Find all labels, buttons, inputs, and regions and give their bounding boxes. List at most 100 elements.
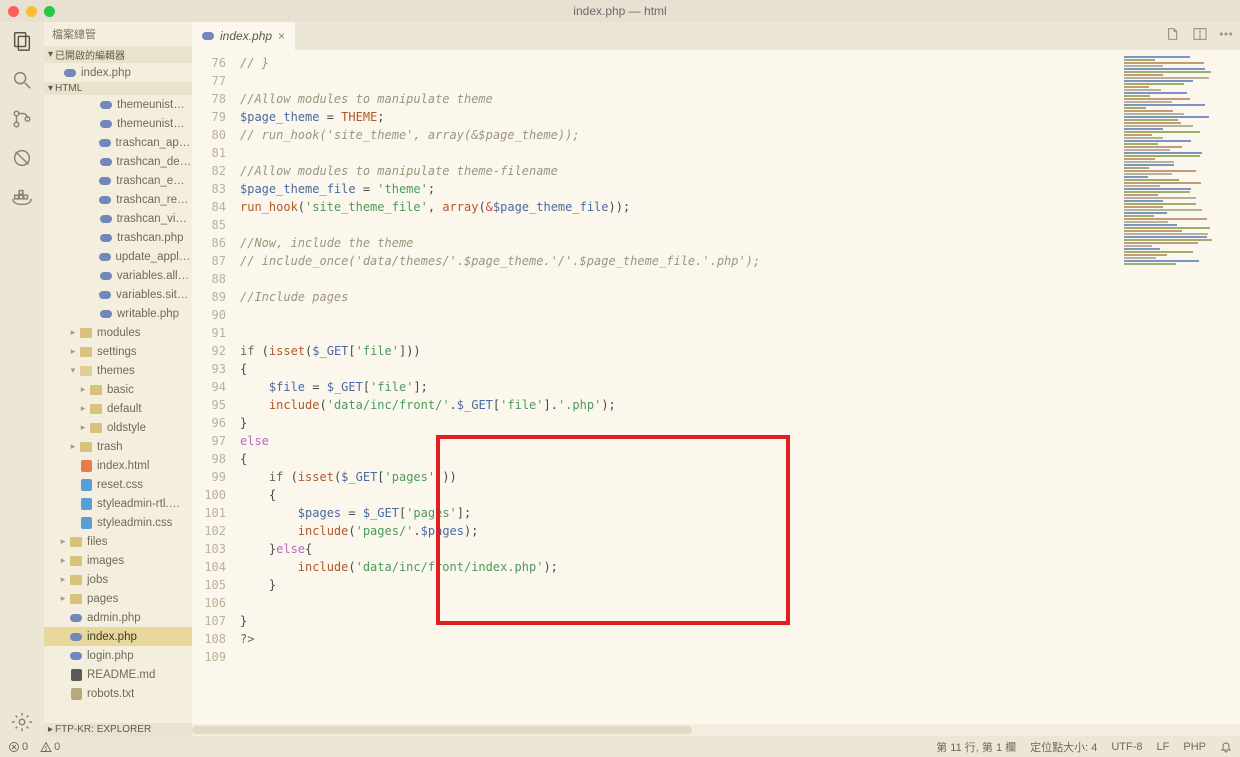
chevron-right-icon: ▸	[68, 327, 78, 338]
folder-themes[interactable]: ▾themes	[44, 361, 192, 380]
notifications-bell-icon[interactable]	[1220, 741, 1232, 753]
horizontal-scrollbar[interactable]	[192, 724, 1240, 736]
file-themeunist…[interactable]: themeunist…	[44, 114, 192, 133]
ftp-explorer-section[interactable]: ▸ FTP-KR: EXPLORER	[44, 723, 192, 736]
folder-settings[interactable]: ▸ settings	[44, 342, 192, 361]
php-icon	[68, 649, 84, 663]
activity-bar	[0, 22, 44, 736]
file-writable.php[interactable]: writable.php	[44, 304, 192, 323]
debug-activity-icon[interactable]	[11, 147, 33, 172]
tab-index-php[interactable]: index.php ×	[192, 22, 295, 50]
folder-icon	[78, 364, 94, 378]
tree-item-label: trashcan.php	[117, 232, 184, 244]
txt-icon	[68, 687, 84, 701]
chevron-down-icon: ▾	[68, 365, 78, 376]
folder-files[interactable]: ▸files	[44, 532, 192, 551]
folder-icon	[78, 345, 94, 359]
explorer-activity-icon[interactable]	[11, 30, 33, 55]
file-variables.site…[interactable]: variables.site…	[44, 285, 192, 304]
scrollbar-thumb[interactable]	[192, 726, 692, 734]
php-icon	[98, 307, 114, 321]
folder-default[interactable]: ▸default	[44, 399, 192, 418]
status-eol[interactable]: LF	[1157, 741, 1170, 753]
status-language[interactable]: PHP	[1183, 741, 1206, 753]
tree-item-label: trashcan_res…	[116, 194, 192, 206]
sidebar-title: 檔案總管	[44, 22, 192, 46]
folder-modules[interactable]: ▸modules	[44, 323, 192, 342]
open-editors-label: 已開啟的編輯器	[55, 47, 125, 62]
php-icon	[98, 269, 114, 283]
tree-item-label: settings	[97, 346, 137, 358]
tree-item-label: themeunist…	[117, 118, 185, 130]
file-trashcan_em…[interactable]: trashcan_em…	[44, 171, 192, 190]
file-trashcan_del…[interactable]: trashcan_del…	[44, 152, 192, 171]
tree-item-label: writable.php	[117, 308, 179, 320]
code-content[interactable]: // } //Allow modules to manipulate theme…	[240, 50, 1120, 724]
php-icon	[98, 174, 114, 188]
file-tree: themeunist…themeunist…trashcan_app…trash…	[44, 95, 192, 723]
file-README.md[interactable]: README.md	[44, 665, 192, 684]
folder-icon	[78, 440, 94, 454]
file-admin.php[interactable]: admin.php	[44, 608, 192, 627]
ftp-explorer-label: FTP-KR: EXPLORER	[55, 724, 151, 735]
php-icon	[68, 611, 84, 625]
compare-changes-icon[interactable]	[1166, 26, 1182, 45]
more-actions-icon[interactable]	[1218, 26, 1234, 45]
status-errors[interactable]: 0	[8, 741, 28, 753]
file-update_apple…[interactable]: update_apple…	[44, 247, 192, 266]
file-trashcan_vie…[interactable]: trashcan_vie…	[44, 209, 192, 228]
php-icon	[97, 250, 112, 264]
folder-icon	[68, 592, 84, 606]
maximize-window-button[interactable]	[44, 6, 55, 17]
file-index.html[interactable]: index.html	[44, 456, 192, 475]
chevron-right-icon: ▸	[58, 536, 68, 547]
file-login.php[interactable]: login.php	[44, 646, 192, 665]
title-bar: index.php — html	[0, 0, 1240, 22]
file-styleadmin-rtl.…[interactable]: styleadmin-rtl.…	[44, 494, 192, 513]
file-trashcan_app…[interactable]: trashcan_app…	[44, 133, 192, 152]
settings-gear-icon[interactable]	[11, 711, 33, 736]
tree-item-label: jobs	[87, 574, 108, 586]
close-window-button[interactable]	[8, 6, 19, 17]
css-icon	[78, 497, 94, 511]
file-themeunist…[interactable]: themeunist…	[44, 95, 192, 114]
file-variables.all.…[interactable]: variables.all.…	[44, 266, 192, 285]
code-editor[interactable]: 7677787980818283848586878889909192939495…	[192, 50, 1240, 724]
tree-item-label: themeunist…	[117, 99, 185, 111]
file-reset.css[interactable]: reset.css	[44, 475, 192, 494]
tree-item-label: pages	[87, 593, 118, 605]
window-controls	[8, 6, 55, 17]
docker-activity-icon[interactable]	[11, 186, 33, 211]
chevron-right-icon: ▸	[78, 403, 88, 414]
tree-item-label: admin.php	[87, 612, 141, 624]
folder-images[interactable]: ▸images	[44, 551, 192, 570]
minimap[interactable]	[1120, 50, 1240, 724]
minimize-window-button[interactable]	[26, 6, 37, 17]
split-editor-icon[interactable]	[1192, 26, 1208, 45]
window-title: index.php — html	[573, 4, 666, 18]
source-control-activity-icon[interactable]	[11, 108, 33, 133]
status-cursor-position[interactable]: 第 11 行, 第 1 欄	[936, 739, 1016, 755]
status-indentation[interactable]: 定位點大小: 4	[1030, 739, 1097, 755]
file-index.php[interactable]: index.php	[44, 627, 192, 646]
file-styleadmin.css[interactable]: styleadmin.css	[44, 513, 192, 532]
open-editors-section[interactable]: ▾ 已開啟的編輯器	[44, 46, 192, 63]
file-trashcan.php[interactable]: trashcan.php	[44, 228, 192, 247]
open-editor-item[interactable]: index.php	[44, 63, 192, 82]
status-encoding[interactable]: UTF-8	[1111, 741, 1142, 753]
chevron-right-icon: ▸	[68, 346, 78, 357]
file-robots.txt[interactable]: robots.txt	[44, 684, 192, 703]
close-tab-icon[interactable]: ×	[278, 29, 285, 43]
workspace-section[interactable]: ▾ HTML	[44, 82, 192, 95]
folder-basic[interactable]: ▸basic	[44, 380, 192, 399]
status-warnings[interactable]: 0	[40, 741, 60, 753]
folder-pages[interactable]: ▸pages	[44, 589, 192, 608]
tab-label: index.php	[220, 29, 272, 43]
folder-trash[interactable]: ▸trash	[44, 437, 192, 456]
file-trashcan_res…[interactable]: trashcan_res…	[44, 190, 192, 209]
folder-jobs[interactable]: ▸jobs	[44, 570, 192, 589]
search-activity-icon[interactable]	[11, 69, 33, 94]
tree-item-label: images	[87, 555, 124, 567]
folder-oldstyle[interactable]: ▸oldstyle	[44, 418, 192, 437]
tree-item-label: robots.txt	[87, 688, 134, 700]
